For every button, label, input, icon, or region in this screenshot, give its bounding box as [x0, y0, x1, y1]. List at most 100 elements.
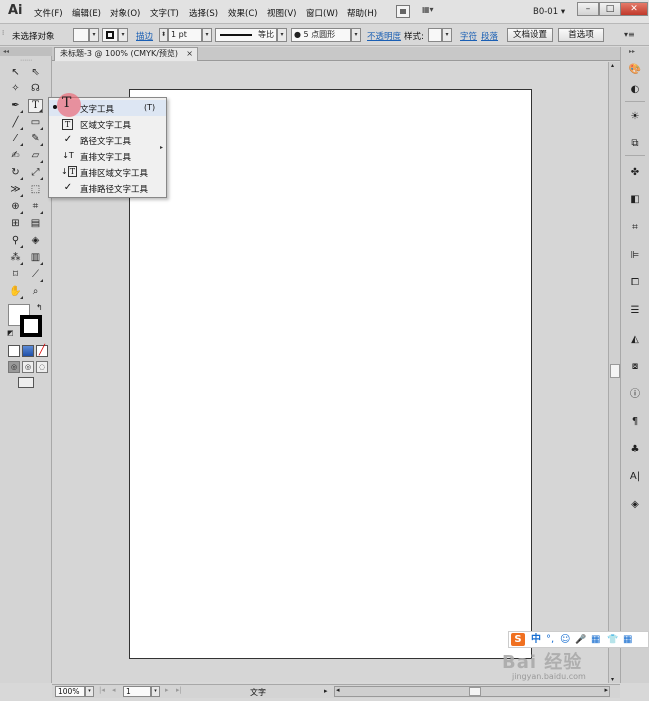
- tools-panel-header[interactable]: ◂◂: [0, 47, 52, 56]
- blend-tool-icon[interactable]: ◈: [28, 234, 43, 248]
- brush-select[interactable]: ● 5 点圆形: [291, 28, 351, 42]
- symbol-sprayer-tool-icon[interactable]: ⁂: [8, 251, 23, 265]
- next-artboard-icon[interactable]: ▸: [165, 686, 169, 694]
- stroke-label-link[interactable]: 描边: [136, 30, 153, 42]
- stroke-panel-icon[interactable]: ☰: [626, 302, 644, 319]
- document-info-icon[interactable]: ⓘ: [626, 386, 644, 403]
- flyout-item-area-type-tool[interactable]: T 区域文字工具: [49, 116, 166, 132]
- stroke-profile-dropdown-icon[interactable]: ▾: [277, 28, 287, 42]
- symbols-icon[interactable]: ✤: [626, 164, 644, 181]
- flyout-item-path-type-tool[interactable]: ✓ 路径文字工具: [49, 132, 166, 148]
- paintbrush-tool-icon[interactable]: ⁄: [8, 132, 23, 146]
- paragraph-icon[interactable]: ¶: [626, 413, 644, 430]
- eraser-tool-icon[interactable]: ▱: [28, 149, 43, 163]
- fill-dropdown-icon[interactable]: ▾: [89, 28, 99, 42]
- ime-logo[interactable]: S: [511, 633, 525, 646]
- selection-tool-icon[interactable]: ↖: [8, 66, 23, 80]
- document-tab-close-icon[interactable]: ×: [186, 48, 193, 60]
- fill-color-box[interactable]: [73, 28, 89, 42]
- artboard-number-input[interactable]: 1: [123, 686, 151, 697]
- line-tool-icon[interactable]: ╱: [8, 116, 23, 130]
- ime-toolbox-icon[interactable]: ▦: [623, 633, 632, 647]
- pencil-tool-icon[interactable]: ✎: [28, 132, 43, 146]
- color-mode-icon[interactable]: [8, 345, 20, 357]
- mesh-tool-icon[interactable]: ⊞: [8, 217, 23, 231]
- bridge-icon[interactable]: [396, 5, 410, 18]
- ime-chinese-mode[interactable]: 中: [531, 633, 541, 647]
- ime-voice-icon[interactable]: 🎤: [575, 633, 586, 647]
- tearoff-arrow-icon[interactable]: ▸: [160, 144, 163, 151]
- draw-normal-icon[interactable]: ◎: [8, 361, 20, 373]
- direct-selection-tool-icon[interactable]: ⇖: [28, 66, 43, 80]
- magic-wand-tool-icon[interactable]: ✧: [8, 82, 23, 96]
- vertical-scroll-thumb[interactable]: [610, 364, 620, 378]
- align-icon[interactable]: ⊫: [626, 247, 644, 264]
- draw-inside-icon[interactable]: ◌: [36, 361, 48, 373]
- maximize-button[interactable]: □: [599, 2, 621, 16]
- horizontal-scroll-thumb[interactable]: [469, 687, 481, 696]
- arrange-documents-icon[interactable]: ▦▾: [422, 5, 442, 18]
- document-tab[interactable]: 未标题-3 @ 100% (CMYK/预览) ×: [54, 47, 198, 61]
- ime-emoji-icon[interactable]: ☺: [560, 633, 570, 647]
- artboard-dropdown-icon[interactable]: ▾: [151, 686, 160, 697]
- gradient-mode-icon[interactable]: [22, 345, 34, 357]
- free-transform-tool-icon[interactable]: ⬚: [28, 183, 43, 197]
- transform-icon[interactable]: ⌗: [626, 219, 644, 236]
- appearance-icon[interactable]: ♣: [626, 441, 644, 458]
- hand-tool-icon[interactable]: ✋: [8, 285, 23, 299]
- zoom-dropdown-icon[interactable]: ▾: [85, 686, 94, 697]
- ime-skin-icon[interactable]: 👕: [607, 633, 618, 647]
- style-dropdown-icon[interactable]: ▾: [442, 28, 452, 42]
- artboard-tool-icon[interactable]: ⌑: [8, 268, 23, 282]
- ime-keyboard-icon[interactable]: ▦: [591, 633, 600, 647]
- style-swatch[interactable]: [428, 28, 442, 42]
- opacity-link[interactable]: 不透明度: [367, 30, 401, 42]
- screen-mode-icon[interactable]: [18, 377, 34, 388]
- preferences-button[interactable]: 首选项: [558, 28, 604, 42]
- character-icon[interactable]: A|: [626, 468, 644, 485]
- character-link[interactable]: 字符: [460, 30, 477, 42]
- zoom-tool-icon[interactable]: ⌕: [28, 285, 43, 299]
- pen-tool-icon[interactable]: ✒: [8, 99, 23, 113]
- ime-punctuation-icon[interactable]: °,: [546, 633, 554, 647]
- menu-view[interactable]: 视图(V): [267, 7, 296, 19]
- shape-builder-tool-icon[interactable]: ⊕: [8, 200, 23, 214]
- first-artboard-icon[interactable]: |◂: [99, 686, 105, 694]
- layers-icon[interactable]: ◈: [626, 496, 644, 513]
- prev-artboard-icon[interactable]: ◂: [112, 686, 116, 694]
- menu-edit[interactable]: 编辑(E): [72, 7, 101, 19]
- draw-behind-icon[interactable]: ◎: [22, 361, 34, 373]
- zoom-input[interactable]: 100%: [55, 686, 85, 697]
- swatches-icon[interactable]: ☀: [626, 108, 644, 125]
- artboard[interactable]: [129, 89, 532, 659]
- flyout-item-vertical-path-type-tool[interactable]: ✓ 直排路径文字工具: [49, 180, 166, 196]
- workspace-switcher[interactable]: B0-01 ▾: [533, 7, 565, 17]
- paragraph-link[interactable]: 段落: [481, 30, 498, 42]
- menu-effect[interactable]: 效果(C): [228, 7, 258, 19]
- none-mode-icon[interactable]: ╱: [36, 345, 48, 357]
- blob-brush-tool-icon[interactable]: ✍: [8, 149, 23, 163]
- panel-menu-icon[interactable]: ▾≡: [624, 30, 635, 39]
- rotate-tool-icon[interactable]: ↻: [8, 166, 23, 180]
- menu-select[interactable]: 选择(S): [189, 7, 218, 19]
- close-button[interactable]: ✕: [620, 2, 648, 16]
- stroke-swatch[interactable]: [20, 315, 42, 337]
- stroke-color-box[interactable]: [102, 28, 118, 42]
- width-tool-icon[interactable]: ≫: [8, 183, 23, 197]
- color-guide-icon[interactable]: ◐: [626, 81, 644, 98]
- column-graph-tool-icon[interactable]: ▥: [28, 251, 43, 265]
- brushes-icon[interactable]: ⧉: [626, 135, 644, 152]
- swap-fill-stroke-icon[interactable]: ↰: [36, 303, 43, 312]
- vertical-scrollbar[interactable]: ▴ ▾: [608, 62, 620, 683]
- graphic-styles-icon[interactable]: ◧: [626, 191, 644, 208]
- lasso-tool-icon[interactable]: ☊: [28, 82, 43, 96]
- eyedropper-tool-icon[interactable]: ⚲: [8, 234, 23, 248]
- menu-window[interactable]: 窗口(W): [306, 7, 338, 19]
- status-menu-icon[interactable]: ▸: [324, 687, 328, 695]
- dock-collapse-icon[interactable]: ▸▸: [629, 48, 635, 55]
- slice-tool-icon[interactable]: ⟋: [28, 268, 43, 282]
- gradient-tool-icon[interactable]: ▤: [28, 217, 43, 231]
- brush-dropdown-icon[interactable]: ▾: [351, 28, 361, 42]
- rectangle-tool-icon[interactable]: ▭: [28, 116, 43, 130]
- last-artboard-icon[interactable]: ▸|: [176, 686, 182, 694]
